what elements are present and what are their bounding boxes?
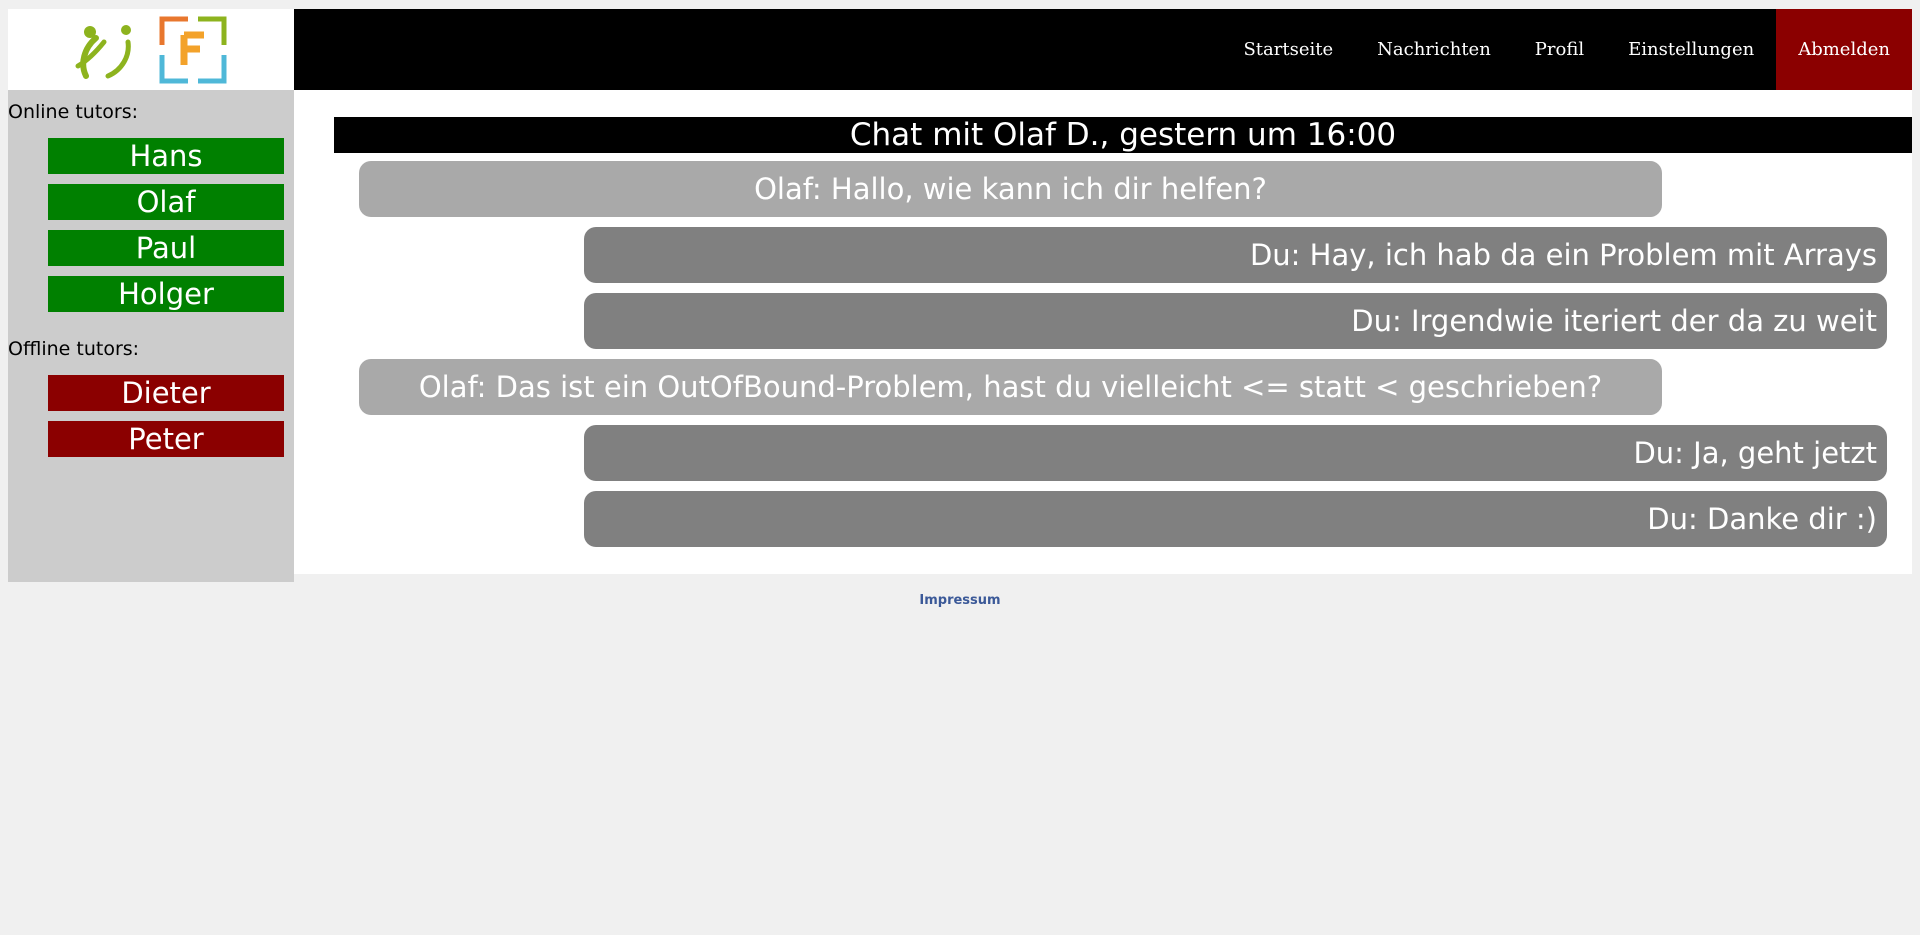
- header: Startseite Nachrichten Profil Einstellun…: [8, 9, 1912, 90]
- content-area: Online tutors: Hans Olaf Paul Holger Off…: [8, 90, 1912, 582]
- footer: Impressum: [0, 593, 1920, 608]
- impressum-link[interactable]: Impressum: [919, 593, 1000, 608]
- nav-startseite[interactable]: Startseite: [1221, 9, 1355, 90]
- chat-title: Chat mit Olaf D., gestern um 16:00: [334, 117, 1912, 153]
- letter-f-frame-logo-icon: [158, 15, 228, 85]
- nav-profil[interactable]: Profil: [1513, 9, 1606, 90]
- top-navigation: Startseite Nachrichten Profil Einstellun…: [294, 9, 1912, 90]
- tutor-sidebar: Online tutors: Hans Olaf Paul Holger Off…: [8, 90, 294, 582]
- app-frame: Startseite Nachrichten Profil Einstellun…: [8, 9, 1912, 582]
- chat-panel: Chat mit Olaf D., gestern um 16:00 Olaf:…: [294, 90, 1912, 574]
- chat-message: Du: Ja, geht jetzt: [584, 425, 1887, 481]
- chat-message: Olaf: Hallo, wie kann ich dir helfen?: [359, 161, 1662, 217]
- offline-tutor-list: Dieter Peter: [8, 360, 294, 457]
- online-tutor-list: Hans Olaf Paul Holger: [8, 123, 294, 312]
- offline-tutors-label: Offline tutors:: [8, 338, 140, 360]
- chat-message: Du: Irgendwie iteriert der da zu weit: [584, 293, 1887, 349]
- people-figure-logo-icon: [74, 20, 140, 80]
- chat-message: Olaf: Das ist ein OutOfBound-Problem, ha…: [359, 359, 1662, 415]
- tutor-button-olaf[interactable]: Olaf: [48, 184, 284, 220]
- tutor-button-hans[interactable]: Hans: [48, 138, 284, 174]
- nav-nachrichten[interactable]: Nachrichten: [1355, 9, 1513, 90]
- nav-einstellungen[interactable]: Einstellungen: [1606, 9, 1776, 90]
- tutor-button-peter[interactable]: Peter: [48, 421, 284, 457]
- online-tutors-label: Online tutors:: [8, 101, 139, 123]
- chat-message: Du: Danke dir :): [584, 491, 1887, 547]
- chat-message: Du: Hay, ich hab da ein Problem mit Arra…: [584, 227, 1887, 283]
- logout-button[interactable]: Abmelden: [1776, 9, 1912, 90]
- tutor-button-holger[interactable]: Holger: [48, 276, 284, 312]
- tutor-button-paul[interactable]: Paul: [48, 230, 284, 266]
- tutor-button-dieter[interactable]: Dieter: [48, 375, 284, 411]
- logo-area[interactable]: [8, 9, 294, 90]
